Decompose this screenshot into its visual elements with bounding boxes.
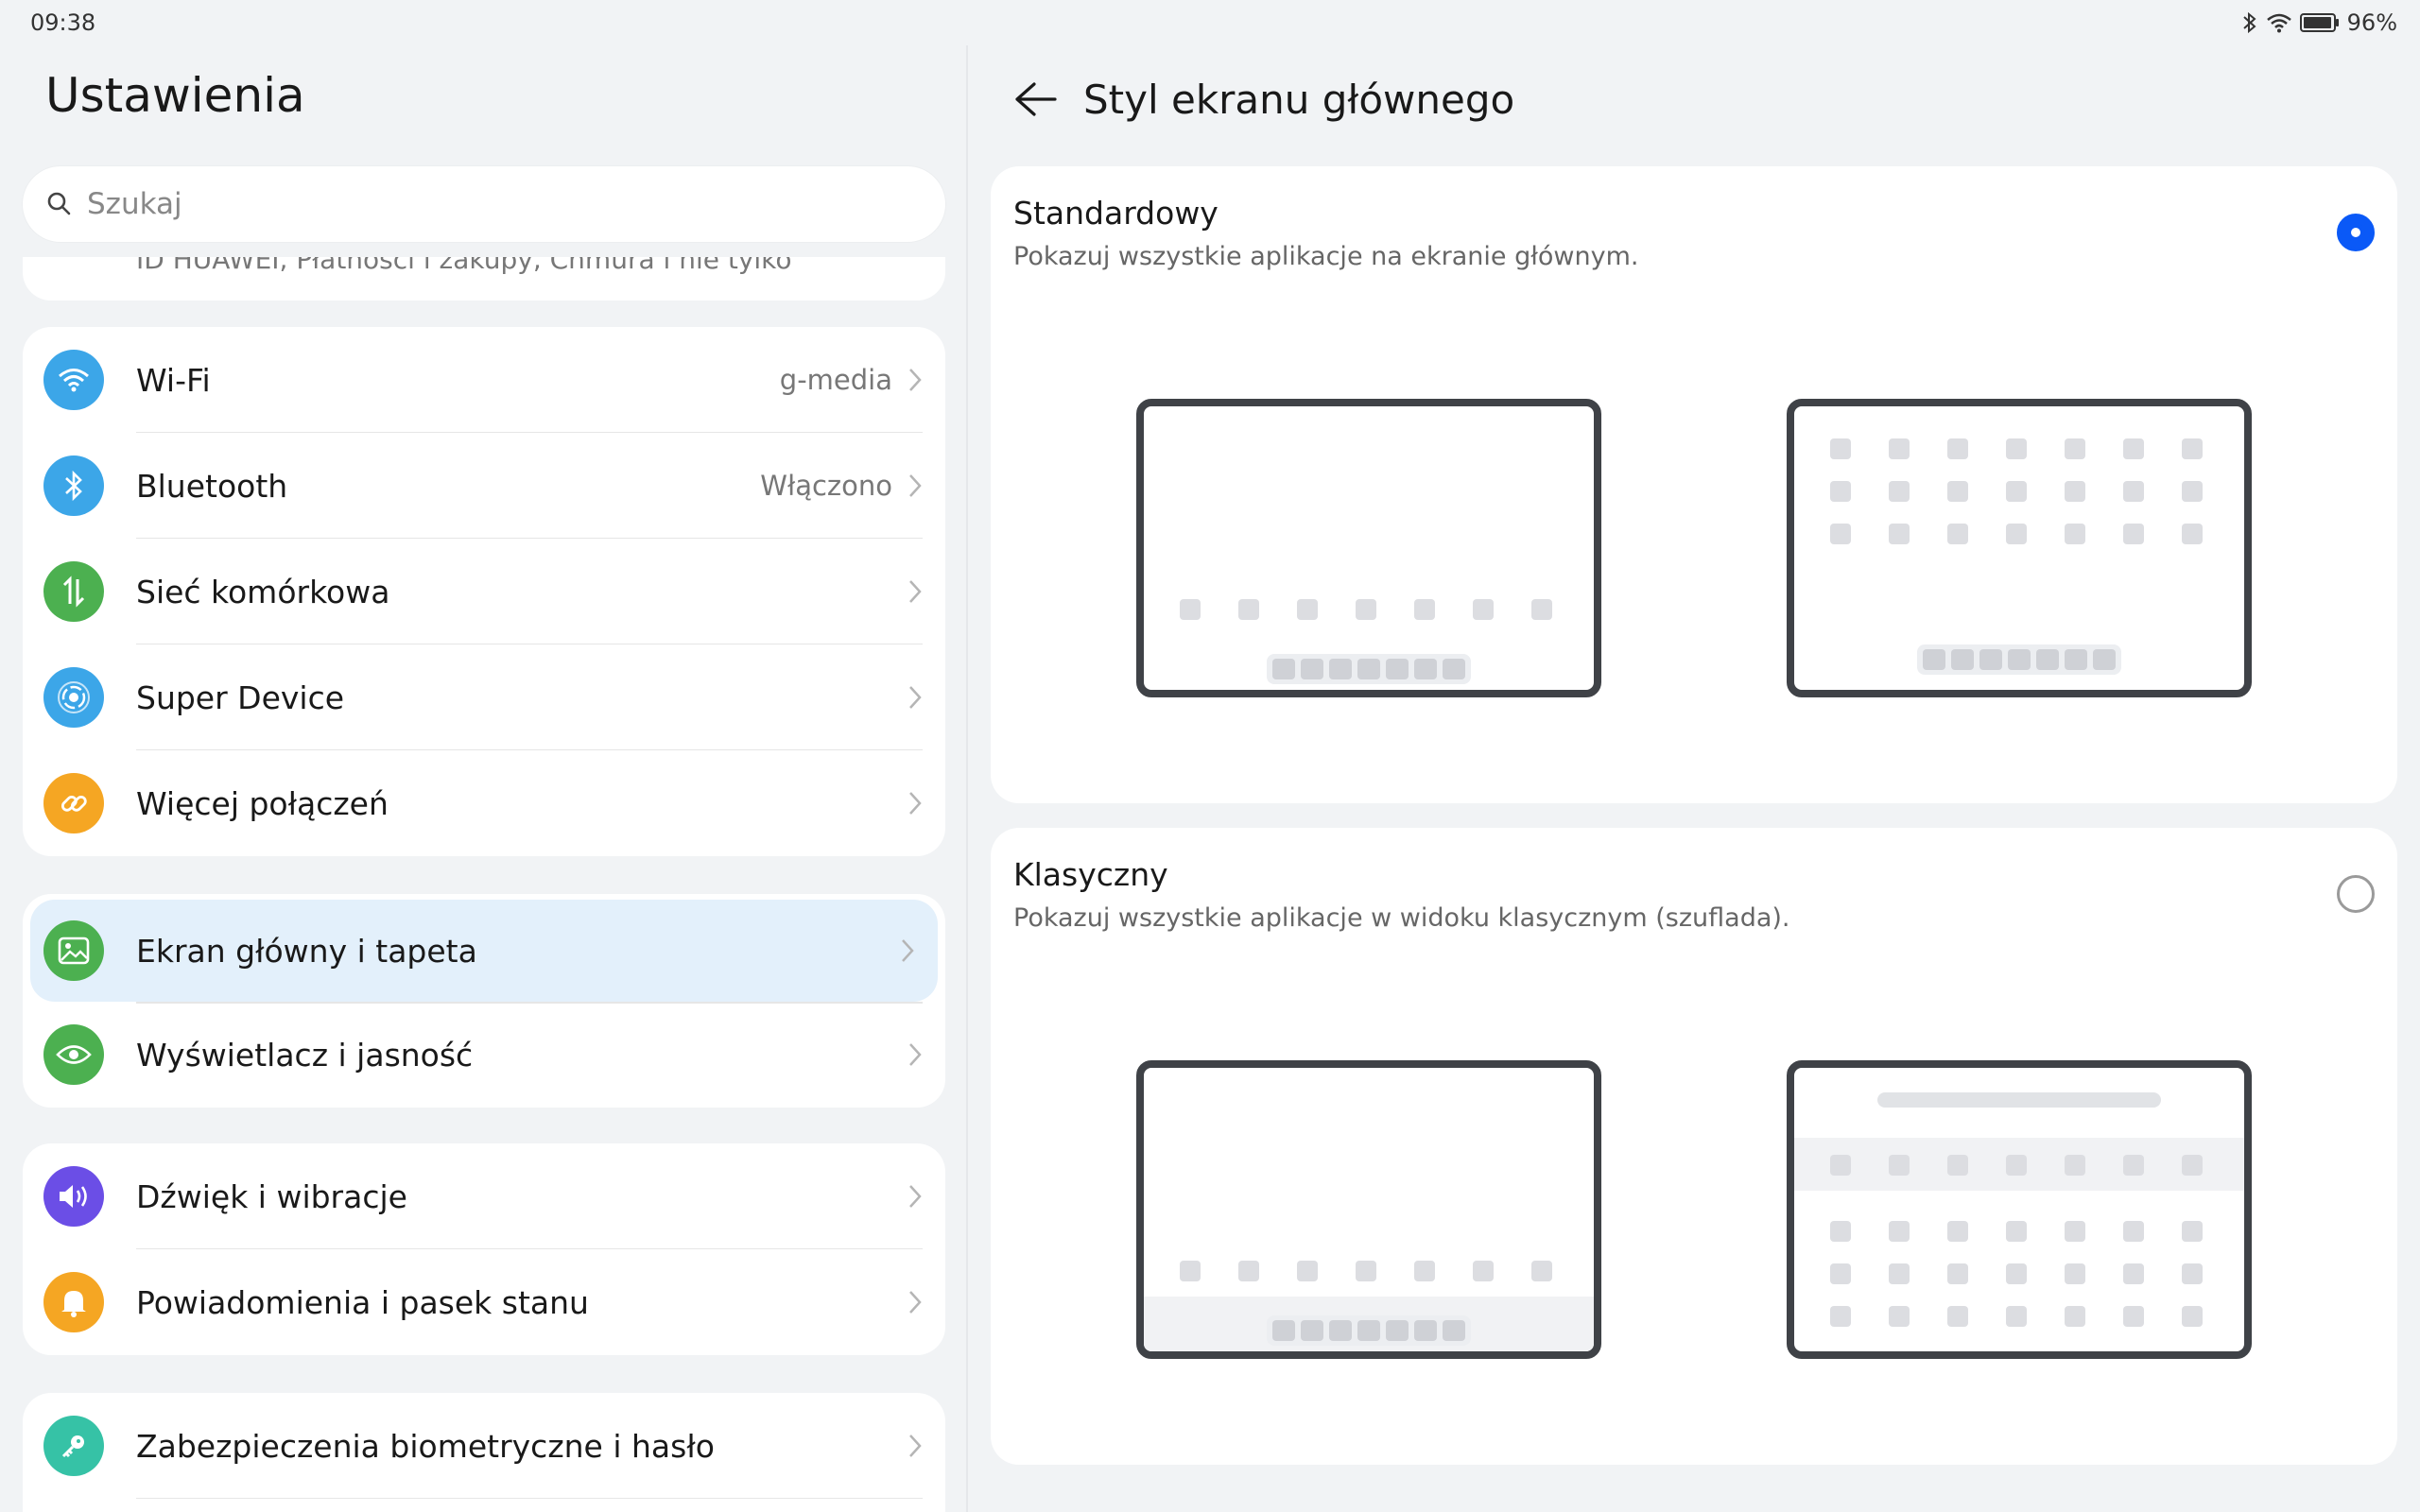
- radio-standard[interactable]: [2337, 214, 2375, 251]
- chevron-right-icon: [909, 1185, 922, 1208]
- sidebar-item-bluetooth[interactable]: Bluetooth Włączono: [23, 433, 945, 539]
- account-card[interactable]: ID HUAWEI, Płatności i zakupy, Chmura i …: [23, 257, 945, 301]
- settings-group-display: Ekran główny i tapeta Wyświetlacz i jasn…: [23, 894, 945, 1108]
- settings-list-pane: Ustawienia ID HUAWEI, Płatności i zakupy…: [0, 45, 966, 1512]
- chevron-right-icon: [909, 1291, 922, 1314]
- sidebar-item-biometrics[interactable]: Zabezpieczenia biometryczne i hasło: [23, 1393, 945, 1499]
- sidebar-item-notifications[interactable]: Powiadomienia i pasek stanu: [23, 1249, 945, 1355]
- chevron-right-icon: [909, 474, 922, 497]
- option-title: Klasyczny: [1013, 856, 1168, 893]
- sidebar-item-label: Wyświetlacz i jasność: [136, 1036, 474, 1074]
- bluetooth-icon: [43, 455, 104, 516]
- chevron-right-icon: [909, 369, 922, 391]
- chevron-right-icon: [909, 792, 922, 815]
- chevron-right-icon: [909, 1043, 922, 1066]
- search-input[interactable]: [87, 187, 900, 221]
- eye-icon: [43, 1024, 104, 1085]
- option-card-standard[interactable]: Standardowy Pokazuj wszystkie aplikacje …: [991, 166, 2397, 803]
- option-description: Pokazuj wszystkie aplikacje na ekranie g…: [1013, 242, 1639, 271]
- preview-standard-apps: [1787, 399, 2252, 697]
- link-icon: [43, 773, 104, 833]
- status-icons: 96%: [2241, 9, 2397, 36]
- radio-classic[interactable]: [2337, 875, 2375, 913]
- sidebar-item-label: Ekran główny i tapeta: [136, 932, 477, 970]
- sidebar-item-cellular[interactable]: Sieć komórkowa: [23, 539, 945, 644]
- settings-group-security: Zabezpieczenia biometryczne i hasło: [23, 1393, 945, 1512]
- status-time: 09:38: [30, 9, 96, 36]
- cellular-icon: [43, 561, 104, 622]
- chevron-right-icon: [909, 1435, 922, 1457]
- search-bar[interactable]: [23, 166, 945, 242]
- detail-title: Styl ekranu głównego: [1083, 76, 1515, 123]
- chevron-right-icon: [909, 686, 922, 709]
- battery-icon: [2299, 13, 2339, 32]
- divider: [136, 1002, 923, 1004]
- sidebar-item-sound[interactable]: Dźwięk i wibracje: [23, 1143, 945, 1249]
- sidebar-item-label: Dźwięk i wibracje: [136, 1177, 407, 1215]
- preview-classic-home: [1136, 1060, 1601, 1359]
- preview-classic-drawer: [1787, 1060, 2252, 1359]
- status-bar: 09:38 96%: [0, 0, 2420, 45]
- speaker-icon: [43, 1166, 104, 1227]
- wallpaper-icon: [43, 920, 104, 981]
- divider: [136, 1497, 923, 1499]
- pane-divider: [966, 45, 968, 1512]
- sidebar-item-value: g-media: [779, 364, 892, 396]
- sidebar-item-more-connections[interactable]: Więcej połączeń: [23, 750, 945, 856]
- account-card-text: ID HUAWEI, Płatności i zakupy, Chmura i …: [136, 257, 792, 275]
- detail-header: Styl ekranu głównego: [1002, 66, 1514, 132]
- option-description: Pokazuj wszystkie aplikacje w widoku kla…: [1013, 903, 1790, 933]
- option-card-classic[interactable]: Klasyczny Pokazuj wszystkie aplikacje w …: [991, 828, 2397, 1465]
- sidebar-item-wifi[interactable]: Wi-Fi g-media: [23, 327, 945, 433]
- bluetooth-icon: [2242, 11, 2256, 34]
- super-device-icon: [43, 667, 104, 728]
- sidebar-item-label: Więcej połączeń: [136, 784, 389, 822]
- key-icon: [43, 1416, 104, 1476]
- back-button[interactable]: [1002, 66, 1068, 132]
- sidebar-item-value: Włączono: [760, 470, 892, 502]
- sidebar-item-label: Powiadomienia i pasek stanu: [136, 1283, 589, 1321]
- preview-standard-home: [1136, 399, 1601, 697]
- back-arrow-icon: [1015, 82, 1057, 116]
- sidebar-item-display[interactable]: Wyświetlacz i jasność: [23, 1002, 945, 1108]
- chevron-right-icon: [909, 580, 922, 603]
- sidebar-item-super-device[interactable]: Super Device: [23, 644, 945, 750]
- sidebar-item-label: Wi-Fi: [136, 361, 211, 399]
- settings-group-connectivity: Wi-Fi g-media Bluetooth Włączono Sieć ko…: [23, 327, 945, 856]
- sidebar-item-label: Zabezpieczenia biometryczne i hasło: [136, 1427, 715, 1465]
- battery-percent: 96%: [2346, 9, 2397, 36]
- wifi-icon: [43, 350, 104, 410]
- search-icon: [47, 192, 71, 215]
- bell-icon: [43, 1272, 104, 1332]
- chevron-right-icon: [902, 939, 914, 962]
- sidebar-item-label: Sieć komórkowa: [136, 573, 390, 610]
- wifi-icon: [2266, 13, 2291, 33]
- sidebar-item-label: Bluetooth: [136, 467, 288, 505]
- sidebar-item-label: Super Device: [136, 679, 345, 716]
- sidebar-item-home-screen[interactable]: Ekran główny i tapeta: [30, 900, 938, 1002]
- settings-group-sound: Dźwięk i wibracje Powiadomienia i pasek …: [23, 1143, 945, 1355]
- page-title: Ustawienia: [45, 68, 305, 123]
- option-title: Standardowy: [1013, 195, 1219, 232]
